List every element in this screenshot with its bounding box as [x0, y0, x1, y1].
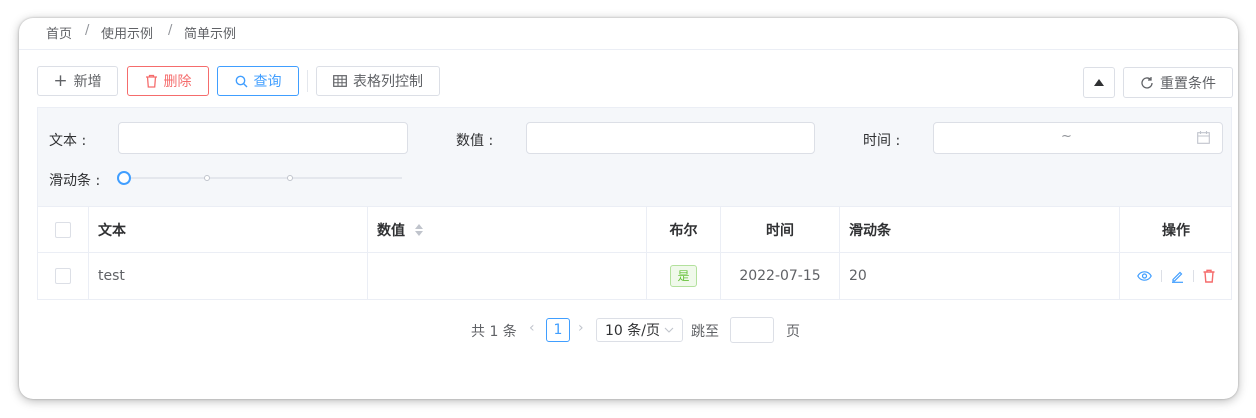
- slider-track[interactable]: [124, 177, 402, 179]
- page-size-value: 10 条/页: [605, 323, 660, 339]
- row-actions: [1119, 253, 1232, 299]
- main-card: 首页 / 使用示例 / 简单示例 + 新增 删除 查询 表格列控制 重置条件 文…: [19, 18, 1238, 399]
- data-table: 文本 数值 布尔 时间 滑动条 操作 test 是 2022-07-15 20: [37, 207, 1232, 300]
- column-control-button[interactable]: 表格列控制: [316, 66, 440, 96]
- column-control-label: 表格列控制: [353, 74, 423, 90]
- add-button[interactable]: + 新增: [37, 66, 118, 96]
- column-header-time: 时间: [720, 207, 839, 252]
- search-icon: [235, 75, 248, 88]
- date-range-separator: ~: [1061, 129, 1072, 144]
- column-header-slider: 滑动条: [839, 207, 1119, 252]
- page-size-select[interactable]: 10 条/页: [596, 318, 683, 342]
- jump-label: 跳至: [691, 324, 719, 340]
- delete-button[interactable]: 删除: [127, 66, 209, 96]
- slider-stop: [204, 175, 210, 181]
- page-suffix-label: 页: [786, 324, 800, 340]
- next-page-icon[interactable]: ›: [578, 320, 584, 344]
- reset-button[interactable]: 重置条件: [1123, 67, 1233, 98]
- prev-page-icon[interactable]: ‹: [529, 320, 535, 344]
- column-header-bool: 布尔: [646, 207, 720, 252]
- filter-panel: 文本 : 数值 : 时间 : ~ 滑动条 :: [37, 107, 1232, 207]
- table-icon: [333, 75, 347, 87]
- page-number[interactable]: 1: [546, 318, 570, 342]
- cell-text: test: [88, 253, 367, 299]
- reset-button-label: 重置条件: [1160, 75, 1216, 92]
- search-button[interactable]: 查询: [217, 66, 299, 96]
- column-header-number-label: 数值: [377, 222, 405, 239]
- calendar-icon: [1197, 131, 1210, 144]
- column-header-text: 文本: [88, 207, 367, 252]
- number-filter-label: 数值 :: [456, 133, 494, 149]
- breadcrumb-current: 简单示例: [184, 27, 237, 42]
- slider-stop: [287, 175, 293, 181]
- toolbar-divider: [307, 70, 308, 92]
- time-filter-label: 时间 :: [863, 133, 901, 149]
- trash-icon: [145, 74, 158, 88]
- delete-icon[interactable]: [1203, 269, 1215, 283]
- breadcrumb-usage-examples[interactable]: 使用示例: [101, 23, 153, 42]
- caret-up-icon: [1094, 79, 1104, 86]
- text-filter-input[interactable]: [118, 122, 408, 154]
- pagination-total: 共 1 条: [471, 324, 517, 340]
- cell-number: [367, 253, 646, 299]
- edit-icon[interactable]: [1171, 270, 1184, 283]
- view-icon[interactable]: [1137, 271, 1152, 281]
- jump-page-input[interactable]: [730, 317, 774, 343]
- table-row: test 是 2022-07-15 20: [38, 253, 1231, 300]
- cell-slider: 20: [839, 253, 1119, 299]
- collapse-filter-button[interactable]: [1083, 67, 1115, 98]
- bool-tag: 是: [670, 265, 697, 287]
- breadcrumb-home[interactable]: 首页: [46, 23, 72, 42]
- breadcrumb-separator: /: [168, 23, 173, 38]
- sort-icon[interactable]: [415, 223, 423, 236]
- table-header-row: 文本 数值 布尔 时间 滑动条 操作: [38, 207, 1231, 253]
- action-divider: [1193, 270, 1194, 282]
- cell-time: 2022-07-15: [720, 253, 839, 299]
- plus-icon: +: [53, 70, 68, 91]
- delete-button-label: 删除: [163, 74, 192, 90]
- breadcrumb-separator: /: [85, 23, 90, 38]
- action-divider: [1161, 270, 1162, 282]
- refresh-icon: [1140, 76, 1154, 90]
- column-header-number[interactable]: 数值: [367, 207, 646, 252]
- chevron-down-icon: [664, 327, 674, 333]
- text-filter-label: 文本 :: [49, 133, 87, 149]
- number-filter-input[interactable]: [526, 122, 815, 154]
- row-checkbox[interactable]: [55, 268, 71, 284]
- add-button-label: 新增: [73, 74, 102, 90]
- breadcrumb: 首页 / 使用示例 / 简单示例: [19, 18, 1238, 50]
- search-button-label: 查询: [253, 74, 282, 90]
- date-range-picker[interactable]: ~: [933, 122, 1223, 154]
- slider-filter-label: 滑动条 :: [49, 173, 101, 189]
- column-header-actions: 操作: [1119, 207, 1232, 252]
- slider-handle[interactable]: [117, 171, 131, 185]
- select-all-checkbox[interactable]: [55, 221, 71, 238]
